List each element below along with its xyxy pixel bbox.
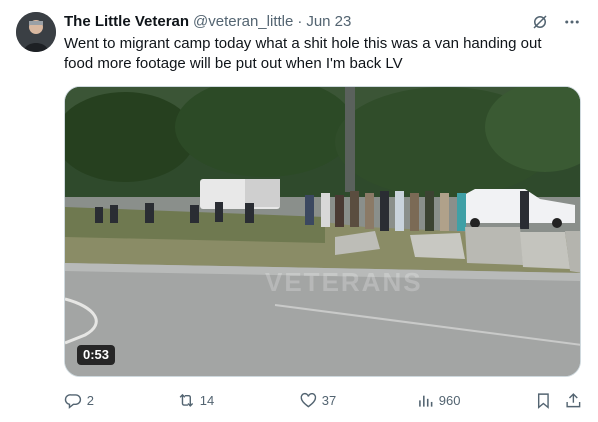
- tweet[interactable]: The Little Veteran @veteran_little · Jun…: [0, 0, 598, 422]
- bookmark-icon: [537, 393, 549, 409]
- user-handle[interactable]: @veteran_little: [193, 12, 293, 32]
- display-name[interactable]: The Little Veteran: [64, 12, 189, 32]
- repost-icon: [179, 393, 194, 407]
- share-icon: [566, 392, 581, 407]
- views-count: 960: [438, 392, 461, 408]
- like-icon: [300, 392, 317, 408]
- share-button[interactable]: [564, 390, 583, 410]
- avatar[interactable]: [16, 12, 56, 52]
- grok-icon[interactable]: [530, 12, 550, 32]
- avatar-image: [16, 12, 56, 52]
- tweet-header: The Little Veteran @veteran_little · Jun…: [64, 12, 582, 32]
- repost-count: 14: [199, 392, 215, 408]
- repost-button[interactable]: 14: [177, 390, 214, 410]
- like-button[interactable]: 37: [299, 390, 336, 410]
- video-watermark: VETERANS: [265, 267, 423, 297]
- views-icon: [419, 395, 433, 407]
- bookmark-button[interactable]: [534, 390, 553, 410]
- like-count: 37: [321, 392, 337, 408]
- tweet-date[interactable]: Jun 23: [306, 12, 351, 32]
- tweet-actions: 2 14 37 960: [64, 390, 581, 410]
- reply-count: 2: [86, 392, 94, 408]
- more-icon[interactable]: [562, 12, 582, 32]
- tweet-text: Went to migrant camp today what a shit h…: [64, 35, 542, 72]
- reply-icon: [64, 393, 82, 409]
- video-player[interactable]: VETERANS: [64, 86, 581, 377]
- reply-button[interactable]: 2: [64, 390, 94, 410]
- views-button[interactable]: 960: [416, 390, 460, 410]
- video-duration: 0:53: [77, 345, 116, 365]
- video-thumbnail: [65, 87, 580, 376]
- separator-dot: ·: [297, 13, 303, 30]
